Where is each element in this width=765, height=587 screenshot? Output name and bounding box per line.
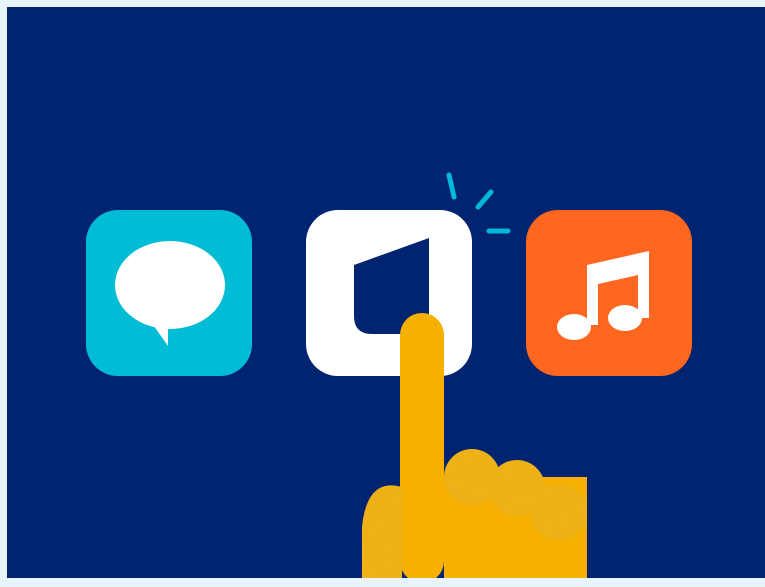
music-app-icon[interactable] [526,210,692,376]
shield-app-icon[interactable] [306,210,472,376]
illustration-frame [0,0,765,587]
illustration-panel [7,7,765,578]
illustration-svg [7,7,765,578]
chat-app-icon[interactable] [86,210,252,376]
